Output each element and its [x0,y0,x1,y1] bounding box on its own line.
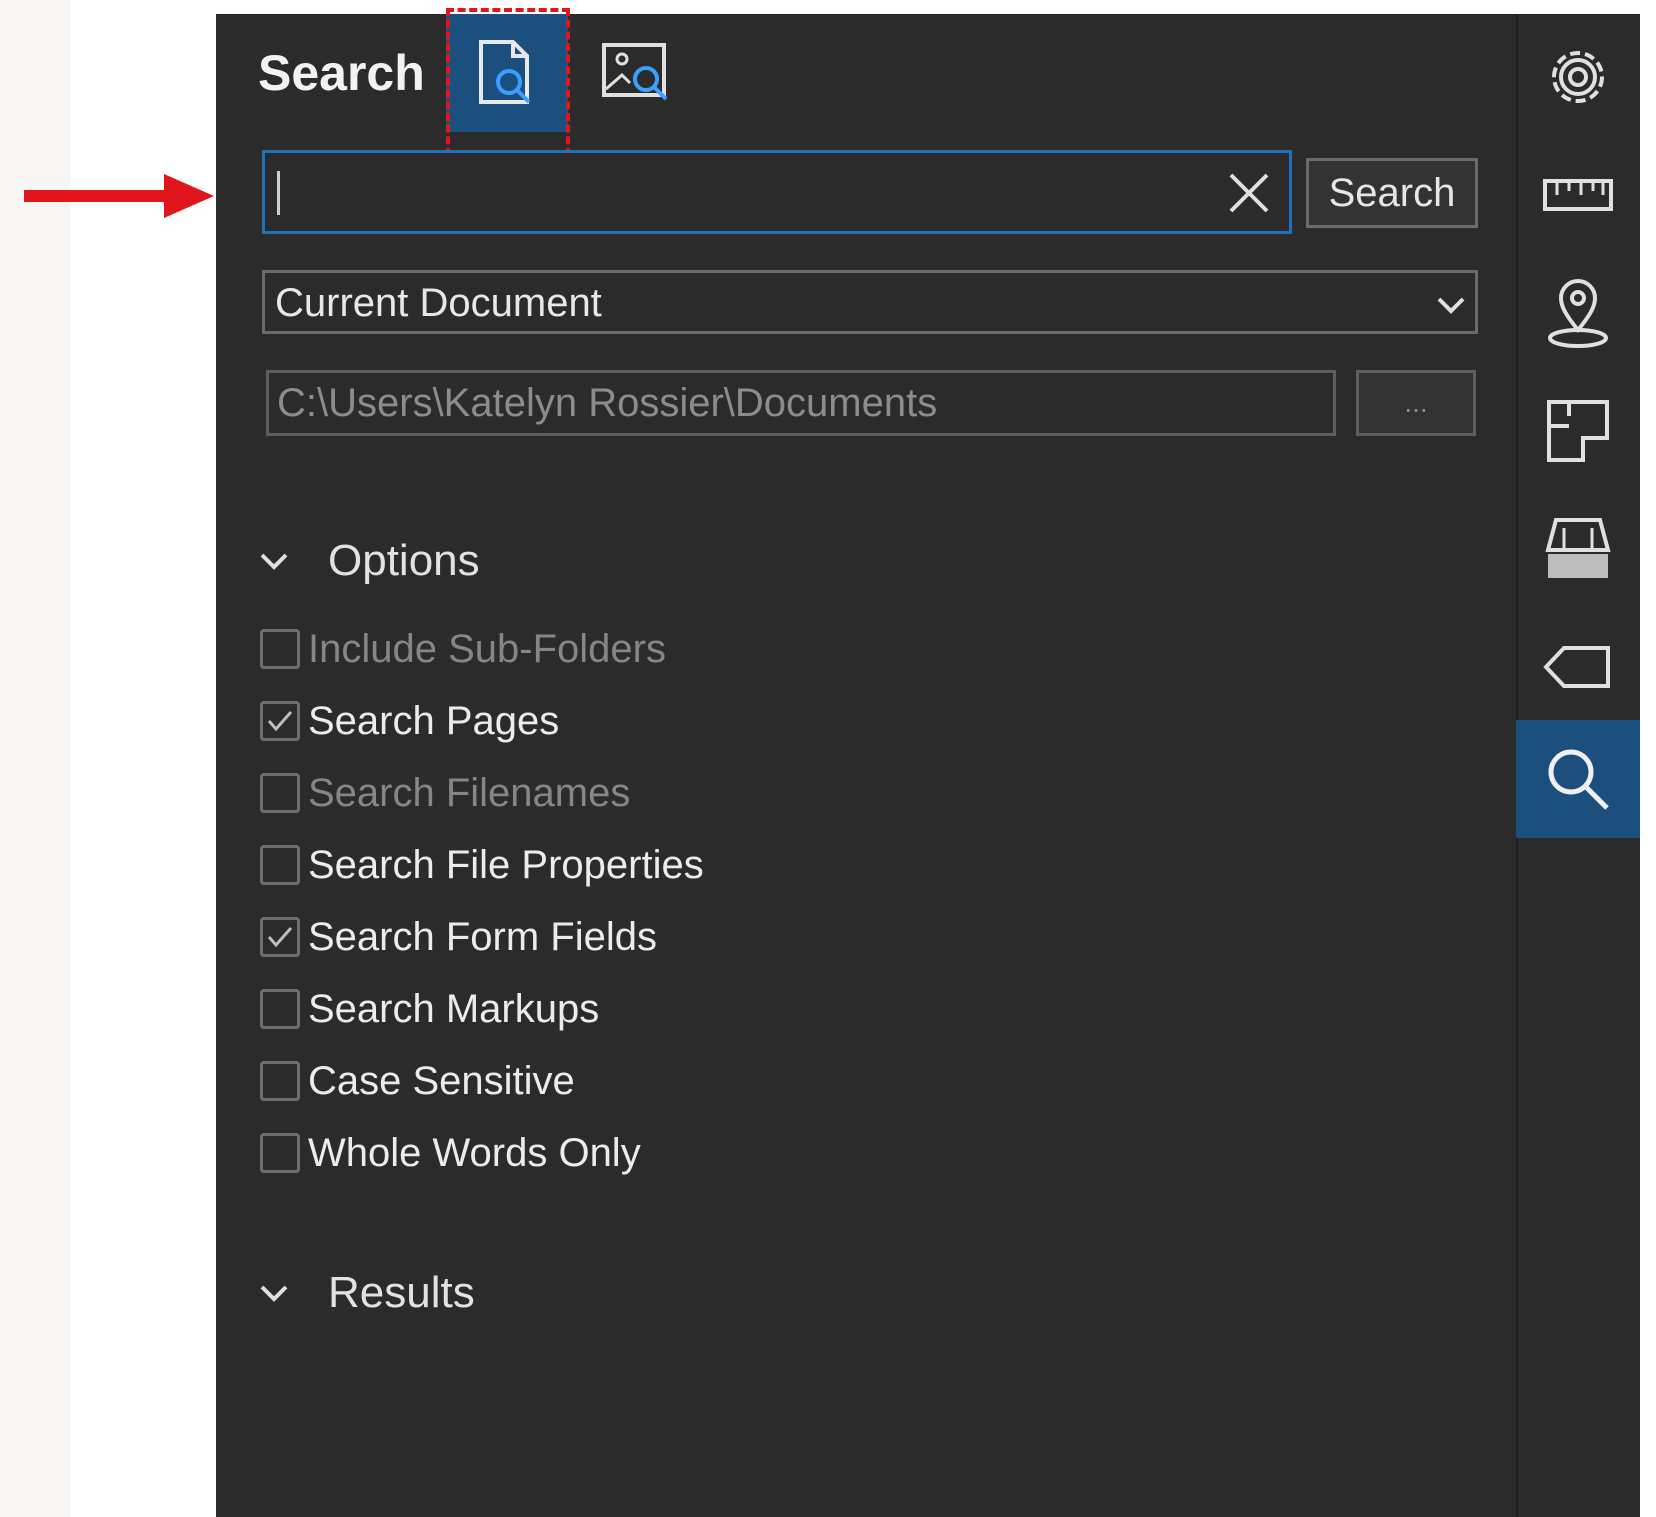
checkbox[interactable] [260,845,300,885]
option-label: Case Sensitive [308,1058,575,1103]
checkbox[interactable] [260,989,300,1029]
clear-icon[interactable] [1221,165,1277,221]
rail-settings-button[interactable] [1516,18,1640,136]
option-label: Search Markups [308,986,600,1031]
search-input-field[interactable] [262,150,1292,234]
option-label: Include Sub-Folders [308,626,666,671]
scope-select[interactable]: Current Document [262,270,1478,334]
chevron-down-icon [1437,297,1465,314]
option-label: Search Filenames [308,770,631,815]
chevron-down-icon [260,553,288,570]
rail-tag-button[interactable] [1516,608,1640,726]
search-button[interactable]: Search [1306,158,1478,228]
location-pin-icon [1548,279,1608,348]
image-search-icon [602,43,668,101]
tag-icon [1543,646,1610,688]
option-search-form-fields[interactable]: Search Form Fields [260,910,657,964]
checkbox[interactable] [260,1061,300,1101]
results-header[interactable]: Results [256,1268,475,1318]
folder-path-field: C:\Users\Katelyn Rossier\Documents [266,370,1336,436]
gear-icon [1552,51,1604,103]
search-input[interactable] [277,163,1181,223]
checkbox[interactable] [260,773,300,813]
rail-measure-button[interactable] [1516,136,1640,254]
browse-button[interactable]: ... [1356,370,1476,436]
chevron-down-icon [260,1285,288,1302]
image-search-tab[interactable] [574,14,696,132]
checkbox-checked[interactable] [260,917,300,957]
panel-title: Search [258,45,425,101]
annotation-arrow-icon [24,174,214,218]
option-label: Search Pages [308,698,560,743]
option-whole-words-only[interactable]: Whole Words Only [260,1126,641,1180]
checkbox[interactable] [260,1133,300,1173]
stamp-icon [1545,518,1611,578]
text-caret [277,171,280,215]
option-search-markups[interactable]: Search Markups [260,982,599,1036]
text-search-tab[interactable] [446,14,568,132]
rail-layout-button[interactable] [1516,372,1640,490]
search-icon [1548,749,1609,810]
option-search-file-properties[interactable]: Search File Properties [260,838,704,892]
document-search-icon [479,40,531,104]
results-header-label: Results [328,1268,475,1317]
option-case-sensitive[interactable]: Case Sensitive [260,1054,575,1108]
ruler-icon [1543,179,1613,211]
rail-stamp-button[interactable] [1516,490,1640,608]
option-label: Whole Words Only [308,1130,641,1175]
options-header[interactable]: Options [256,536,480,586]
option-label: Search File Properties [308,842,704,887]
rail-search-button[interactable] [1516,720,1640,838]
rail-location-button[interactable] [1516,254,1640,372]
option-include-sub-folders[interactable]: Include Sub-Folders [260,622,666,676]
scope-select-value: Current Document [275,281,602,325]
folder-path-value: C:\Users\Katelyn Rossier\Documents [277,381,938,425]
option-search-pages[interactable]: Search Pages [260,694,559,748]
checkmark-icon [267,711,293,732]
checkmark-icon [267,927,293,948]
checkbox-checked[interactable] [260,701,300,741]
option-label: Search Form Fields [308,914,657,959]
layout-icon [1547,400,1609,462]
options-header-label: Options [328,536,480,585]
checkbox[interactable] [260,629,300,669]
option-search-filenames[interactable]: Search Filenames [260,766,630,820]
